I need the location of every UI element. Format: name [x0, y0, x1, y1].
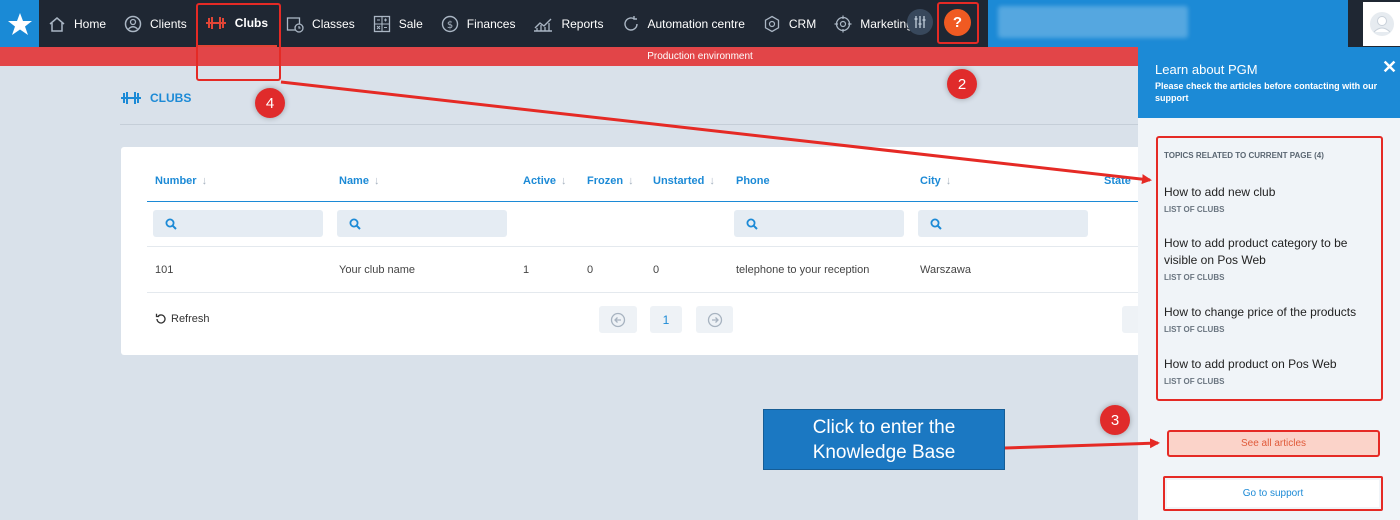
knowledge-base-callout: Click to enter the Knowledge Base	[763, 409, 1005, 470]
arrow-clubs-to-topics	[280, 80, 1152, 185]
annotation-badge: 3	[1100, 405, 1130, 435]
arrow-callout-to-see-all	[1004, 438, 1160, 450]
annotation-arrows	[280, 80, 1160, 450]
annotation-badge: 4	[255, 88, 285, 118]
annotation-badge: 2	[947, 69, 977, 99]
